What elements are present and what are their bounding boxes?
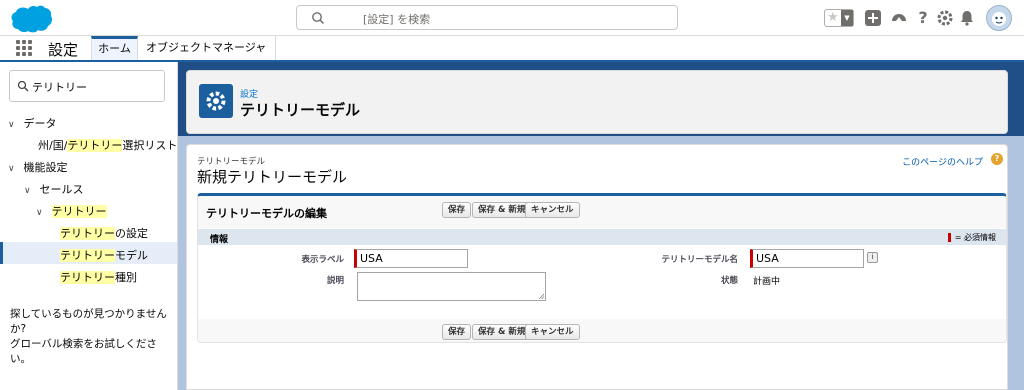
tree-label: データ <box>23 117 57 130</box>
required-legend: = 必須情報 <box>947 232 996 243</box>
state-label: 状態 <box>720 276 738 286</box>
gear-icon <box>199 84 233 118</box>
model-name-label: テリトリーモデル名 <box>661 255 738 265</box>
page-help-link[interactable]: このページのヘルプ <box>902 155 983 168</box>
favorites-button[interactable]: ★ ▼ <box>824 9 854 27</box>
quick-find-value: テリトリー <box>32 81 87 94</box>
help-line: グローバル検索をお試しください。 <box>10 338 157 365</box>
quick-find-input[interactable]: テリトリー <box>9 70 165 102</box>
tree-label: 種別 <box>115 271 137 284</box>
trailhead-icon[interactable] <box>890 9 908 27</box>
tree-label: の設定 <box>115 227 148 240</box>
content-title: 新規テリトリーモデル <box>197 168 348 186</box>
required-legend-text: = 必須情報 <box>954 233 996 242</box>
global-header: [設定] を検索 ★ ▼ ? <box>0 0 1024 36</box>
chevron-down-icon[interactable]: ∨ <box>8 120 20 130</box>
tree-label: セールス <box>39 183 84 196</box>
chevron-down-icon[interactable]: ▼ <box>841 10 853 26</box>
chevron-down-icon[interactable]: ∨ <box>24 186 36 196</box>
search-icon <box>312 12 325 25</box>
add-icon[interactable] <box>864 9 882 27</box>
help-icon[interactable]: ? <box>991 153 1003 165</box>
cancel-button-bottom[interactable]: キャンセル <box>525 324 580 340</box>
gear-icon[interactable] <box>936 9 954 27</box>
main-content-area: 設定 テリトリーモデル テリトリーモデル 新規テリトリーモデル このページのヘル… <box>178 62 1024 390</box>
model-name-input[interactable]: USA <box>750 249 864 268</box>
search-highlight: テリトリー <box>60 227 115 240</box>
tree-label: 機能設定 <box>23 161 68 174</box>
salesforce-logo[interactable] <box>10 4 54 34</box>
chevron-down-icon[interactable]: ∨ <box>36 208 48 218</box>
notification-bell-icon[interactable] <box>958 9 976 27</box>
star-icon: ★ <box>827 10 839 25</box>
page-header: 設定 テリトリーモデル <box>186 70 1008 134</box>
chevron-down-icon[interactable]: ∨ <box>8 164 20 174</box>
save-new-button[interactable]: 保存 & 新規 <box>472 202 532 218</box>
state-value: 計画中 <box>753 277 781 287</box>
tree-item-territory-settings[interactable]: テリトリーの設定 <box>60 225 148 241</box>
tree-item-data[interactable]: ∨ データ <box>8 115 57 131</box>
user-avatar[interactable] <box>986 5 1012 31</box>
setup-sidebar: テリトリー ∨ データ 州/国/テリトリー選択リスト ∨ 機能設定 ∨ セールス… <box>0 62 178 390</box>
required-marker <box>947 233 951 242</box>
search-highlight: テリトリー <box>67 139 123 152</box>
description-textarea[interactable] <box>357 272 546 301</box>
content-panel: テリトリーモデル 新規テリトリーモデル このページのヘルプ ? テリトリーモデル… <box>186 144 1008 390</box>
tab-home[interactable]: ホーム <box>91 36 138 60</box>
search-highlight: テリトリー <box>51 205 107 218</box>
chevron-down-icon[interactable]: ⌵ <box>257 36 265 60</box>
block-title: テリトリーモデルの編集 <box>206 207 327 220</box>
tree-item-state-country-picklist[interactable]: 州/国/テリトリー選択リスト <box>38 137 177 153</box>
sidebar-help-text: 探しているものが見つかりませんか? グローバル検索をお試しください。 <box>10 307 177 367</box>
resize-handle-icon[interactable] <box>538 293 544 299</box>
tree-label: モデル <box>115 249 148 262</box>
tree-item-territory[interactable]: ∨ テリトリー <box>36 203 107 219</box>
astro-avatar-icon <box>992 12 1006 26</box>
app-name: 設定 <box>48 41 79 59</box>
app-nav-bar: 設定 ホーム オブジェクトマネージャ ⌵ <box>0 36 1024 62</box>
cancel-button[interactable]: キャンセル <box>525 202 580 218</box>
help-icon[interactable]: ? <box>914 9 932 27</box>
tree-item-sales[interactable]: ∨ セールス <box>24 181 84 197</box>
search-highlight: テリトリー <box>60 271 115 284</box>
tab-object-manager-label: オブジェクトマネージャ <box>146 41 267 54</box>
save-button-bottom[interactable]: 保存 <box>442 324 472 340</box>
app-launcher-icon[interactable] <box>16 40 32 56</box>
section-header: 情報 = 必須情報 <box>198 228 1006 245</box>
page-title: テリトリーモデル <box>240 101 361 119</box>
edit-block: テリトリーモデルの編集 保存 保存 & 新規 キャンセル 情報 = 必須情報 表… <box>197 193 1007 343</box>
tree-item-feature-settings[interactable]: ∨ 機能設定 <box>8 159 68 175</box>
save-button[interactable]: 保存 <box>442 202 472 218</box>
tree-item-territory-type[interactable]: テリトリー種別 <box>60 269 137 285</box>
search-placeholder: [設定] を検索 <box>363 13 431 26</box>
help-line: 探しているものが見つかりませんか? <box>10 308 167 335</box>
display-label-label: 表示ラベル <box>301 255 344 265</box>
global-search-input[interactable]: [設定] を検索 <box>296 5 678 30</box>
tree-label: 州/国/ <box>38 139 68 152</box>
save-new-button-bottom[interactable]: 保存 & 新規 <box>472 324 532 340</box>
tree-label: 選択リスト <box>122 139 178 152</box>
form-fields: 表示ラベル USA 説明 テリトリーモデル名 USA i 状態 計画中 <box>198 245 1006 319</box>
tree-item-territory-model[interactable]: テリトリーモデル <box>60 247 148 263</box>
info-icon[interactable]: i <box>867 252 878 263</box>
section-title: 情報 <box>210 235 229 245</box>
search-icon <box>17 80 29 92</box>
display-label-input[interactable]: USA <box>354 249 468 268</box>
description-label: 説明 <box>326 276 344 286</box>
tab-object-manager[interactable]: オブジェクトマネージャ ⌵ <box>138 36 276 60</box>
search-highlight: テリトリー <box>60 249 115 262</box>
